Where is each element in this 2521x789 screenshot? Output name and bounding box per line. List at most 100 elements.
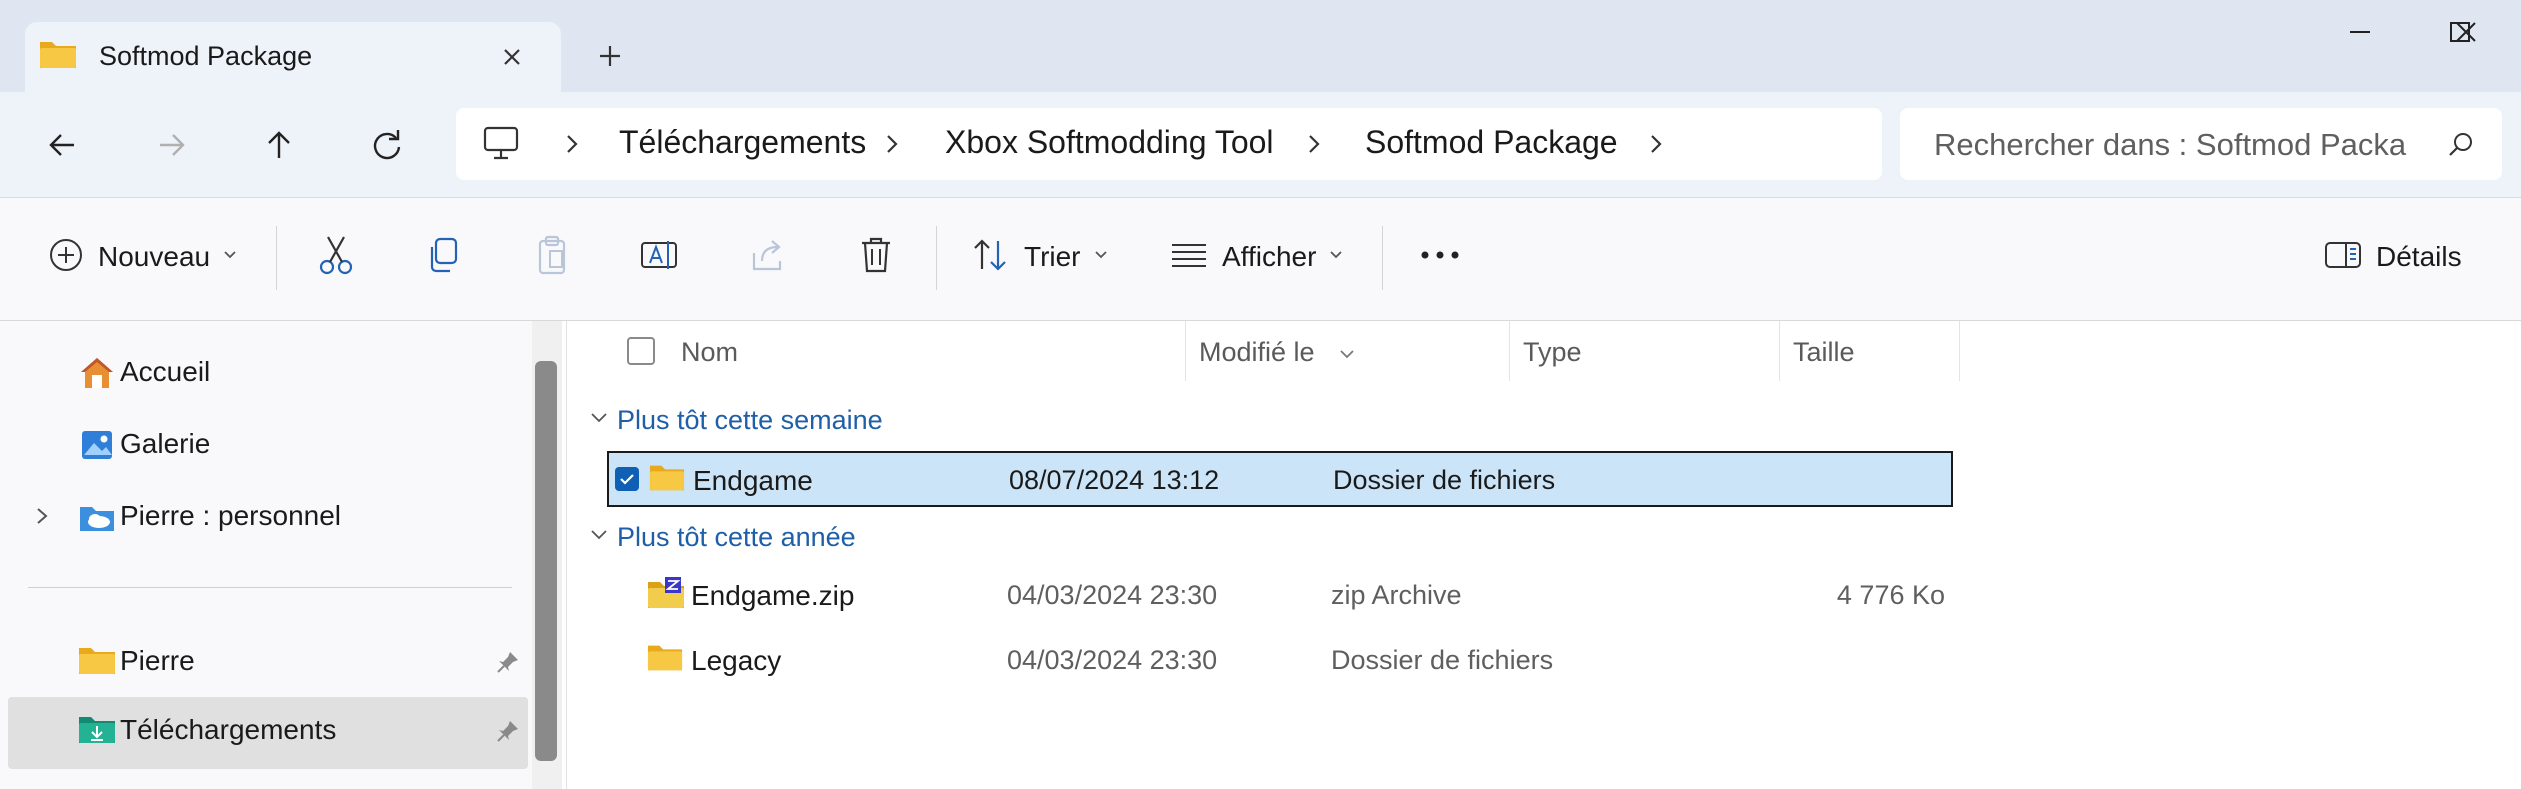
more-options-button[interactable] (1418, 226, 1462, 288)
column-header-name[interactable]: Nom (681, 337, 738, 368)
new-button-label: Nouveau (98, 241, 211, 272)
sort-icon (970, 235, 1010, 280)
details-pane-button[interactable]: Détails (2324, 226, 2462, 288)
file-modified: 04/03/2024 23:30 (1007, 580, 1218, 610)
share-button[interactable] (748, 226, 788, 288)
group-label: Plus tôt cette année (617, 522, 856, 552)
list-view-icon (1170, 240, 1208, 275)
sidebar-item-pierre[interactable]: Pierre (8, 628, 528, 696)
minimize-button[interactable] (2330, 10, 2390, 60)
column-separator[interactable] (1509, 321, 1510, 381)
file-modified: 08/07/2024 13:12 (1009, 465, 1220, 495)
column-header-type[interactable]: Type (1523, 337, 1582, 368)
breadcrumb-softmod-package[interactable]: Softmod Package (1365, 124, 1618, 161)
details-pane-label: Détails (2376, 241, 2462, 272)
chevron-right-icon[interactable] (880, 132, 904, 156)
file-type: zip Archive (1331, 580, 1462, 610)
chevron-down-icon (1328, 248, 1344, 266)
paste-button[interactable] (532, 226, 572, 288)
table-row[interactable]: Endgame.zip 04/03/2024 23:30 zip Archive… (607, 568, 1953, 624)
trash-icon (856, 233, 896, 282)
view-button[interactable]: Afficher (1170, 226, 1344, 288)
navigation-pane: Accueil Galerie Pierre : personnel Pierr… (0, 321, 532, 789)
chevron-right-icon[interactable] (1302, 132, 1326, 156)
sidebar-item-home[interactable]: Accueil (8, 339, 528, 407)
computer-icon[interactable] (482, 126, 520, 167)
search-icon[interactable] (2446, 130, 2476, 160)
details-pane-icon (2324, 240, 2362, 275)
close-tab-icon[interactable] (495, 40, 529, 74)
sidebar-item-label: Téléchargements (120, 714, 337, 745)
search-box[interactable] (1900, 108, 2502, 180)
clipboard-icon (532, 233, 572, 282)
sidebar-item-label: Pierre (120, 645, 195, 676)
back-button[interactable] (38, 120, 88, 170)
pin-icon[interactable] (496, 719, 520, 750)
breadcrumb-downloads[interactable]: Téléchargements (619, 124, 866, 161)
chevron-right-icon[interactable] (32, 505, 52, 532)
file-explorer-window: Softmod Package Téléchargements Xbox Sof… (0, 0, 2521, 789)
toolbar-divider (1382, 226, 1383, 290)
file-type: Dossier de fichiers (1331, 645, 1554, 675)
sidebar-item-label: Galerie (120, 428, 211, 459)
chevron-down-icon (222, 248, 238, 266)
chevron-right-icon[interactable] (560, 132, 584, 156)
copy-button[interactable] (424, 226, 464, 288)
file-size: 4 776 Ko (1836, 580, 1945, 610)
column-header-modified[interactable]: Modifié le (1199, 337, 1315, 368)
tab-title: Softmod Package (99, 41, 313, 71)
sort-button-label: Trier (1024, 241, 1081, 272)
column-header-size[interactable]: Taille (1793, 337, 1855, 368)
cut-button[interactable] (316, 226, 356, 288)
share-icon (748, 233, 788, 282)
folder-icon (39, 38, 77, 75)
home-icon (78, 355, 116, 396)
sidebar-item-label: Pierre : personnel (120, 500, 342, 531)
up-button[interactable] (254, 120, 304, 170)
scrollbar-thumb[interactable] (535, 361, 557, 761)
file-type: Dossier de fichiers (1333, 465, 1556, 495)
rename-button[interactable] (640, 226, 680, 288)
column-separator[interactable] (1185, 321, 1186, 381)
forward-button[interactable] (146, 120, 196, 170)
pin-icon[interactable] (496, 650, 520, 681)
toolbar-divider (276, 226, 277, 290)
table-row[interactable]: Endgame 08/07/2024 13:12 Dossier de fich… (607, 451, 1953, 507)
refresh-button[interactable] (362, 120, 412, 170)
file-name: Endgame.zip (691, 580, 855, 611)
tab-softmod-package[interactable]: Softmod Package (25, 22, 561, 92)
chevron-down-icon (589, 411, 609, 430)
search-input[interactable] (1900, 108, 2456, 180)
gallery-icon (78, 427, 116, 468)
new-tab-button[interactable] (592, 38, 628, 74)
table-row[interactable]: Legacy 04/03/2024 23:30 Dossier de fichi… (607, 633, 1953, 689)
column-header-row: Nom Modifié le Type Taille (567, 321, 2367, 381)
column-separator[interactable] (1959, 321, 1960, 381)
sidebar-item-downloads[interactable]: Téléchargements (8, 697, 528, 769)
sidebar-item-gallery[interactable]: Galerie (8, 411, 528, 479)
file-modified: 04/03/2024 23:30 (1007, 645, 1218, 675)
sidebar-item-onedrive[interactable]: Pierre : personnel (8, 483, 528, 551)
close-window-icon[interactable] (2436, 10, 2496, 60)
folder-icon (649, 461, 685, 498)
folder-icon (647, 641, 683, 678)
row-checkbox[interactable] (615, 467, 639, 491)
view-button-label: Afficher (1222, 241, 1317, 272)
title-bar: Softmod Package (0, 0, 2521, 92)
sidebar-divider (28, 587, 512, 588)
file-name: Legacy (691, 645, 782, 676)
zip-archive-icon (647, 576, 685, 615)
toolbar-divider (936, 226, 937, 290)
sort-button[interactable]: Trier (970, 226, 1109, 288)
new-button[interactable]: Nouveau (48, 226, 238, 288)
address-bar[interactable]: Téléchargements Xbox Softmodding Tool So… (456, 108, 1882, 180)
column-separator[interactable] (1779, 321, 1780, 381)
chevron-right-icon[interactable] (1644, 132, 1668, 156)
sidebar-scrollbar[interactable] (532, 321, 562, 789)
scissors-icon (316, 233, 356, 282)
select-all-checkbox[interactable] (627, 337, 655, 365)
file-name: Endgame (693, 465, 813, 496)
breadcrumb-xbox-softmodding-tool[interactable]: Xbox Softmodding Tool (945, 124, 1274, 161)
delete-button[interactable] (856, 226, 896, 288)
chevron-down-icon (1093, 248, 1109, 266)
